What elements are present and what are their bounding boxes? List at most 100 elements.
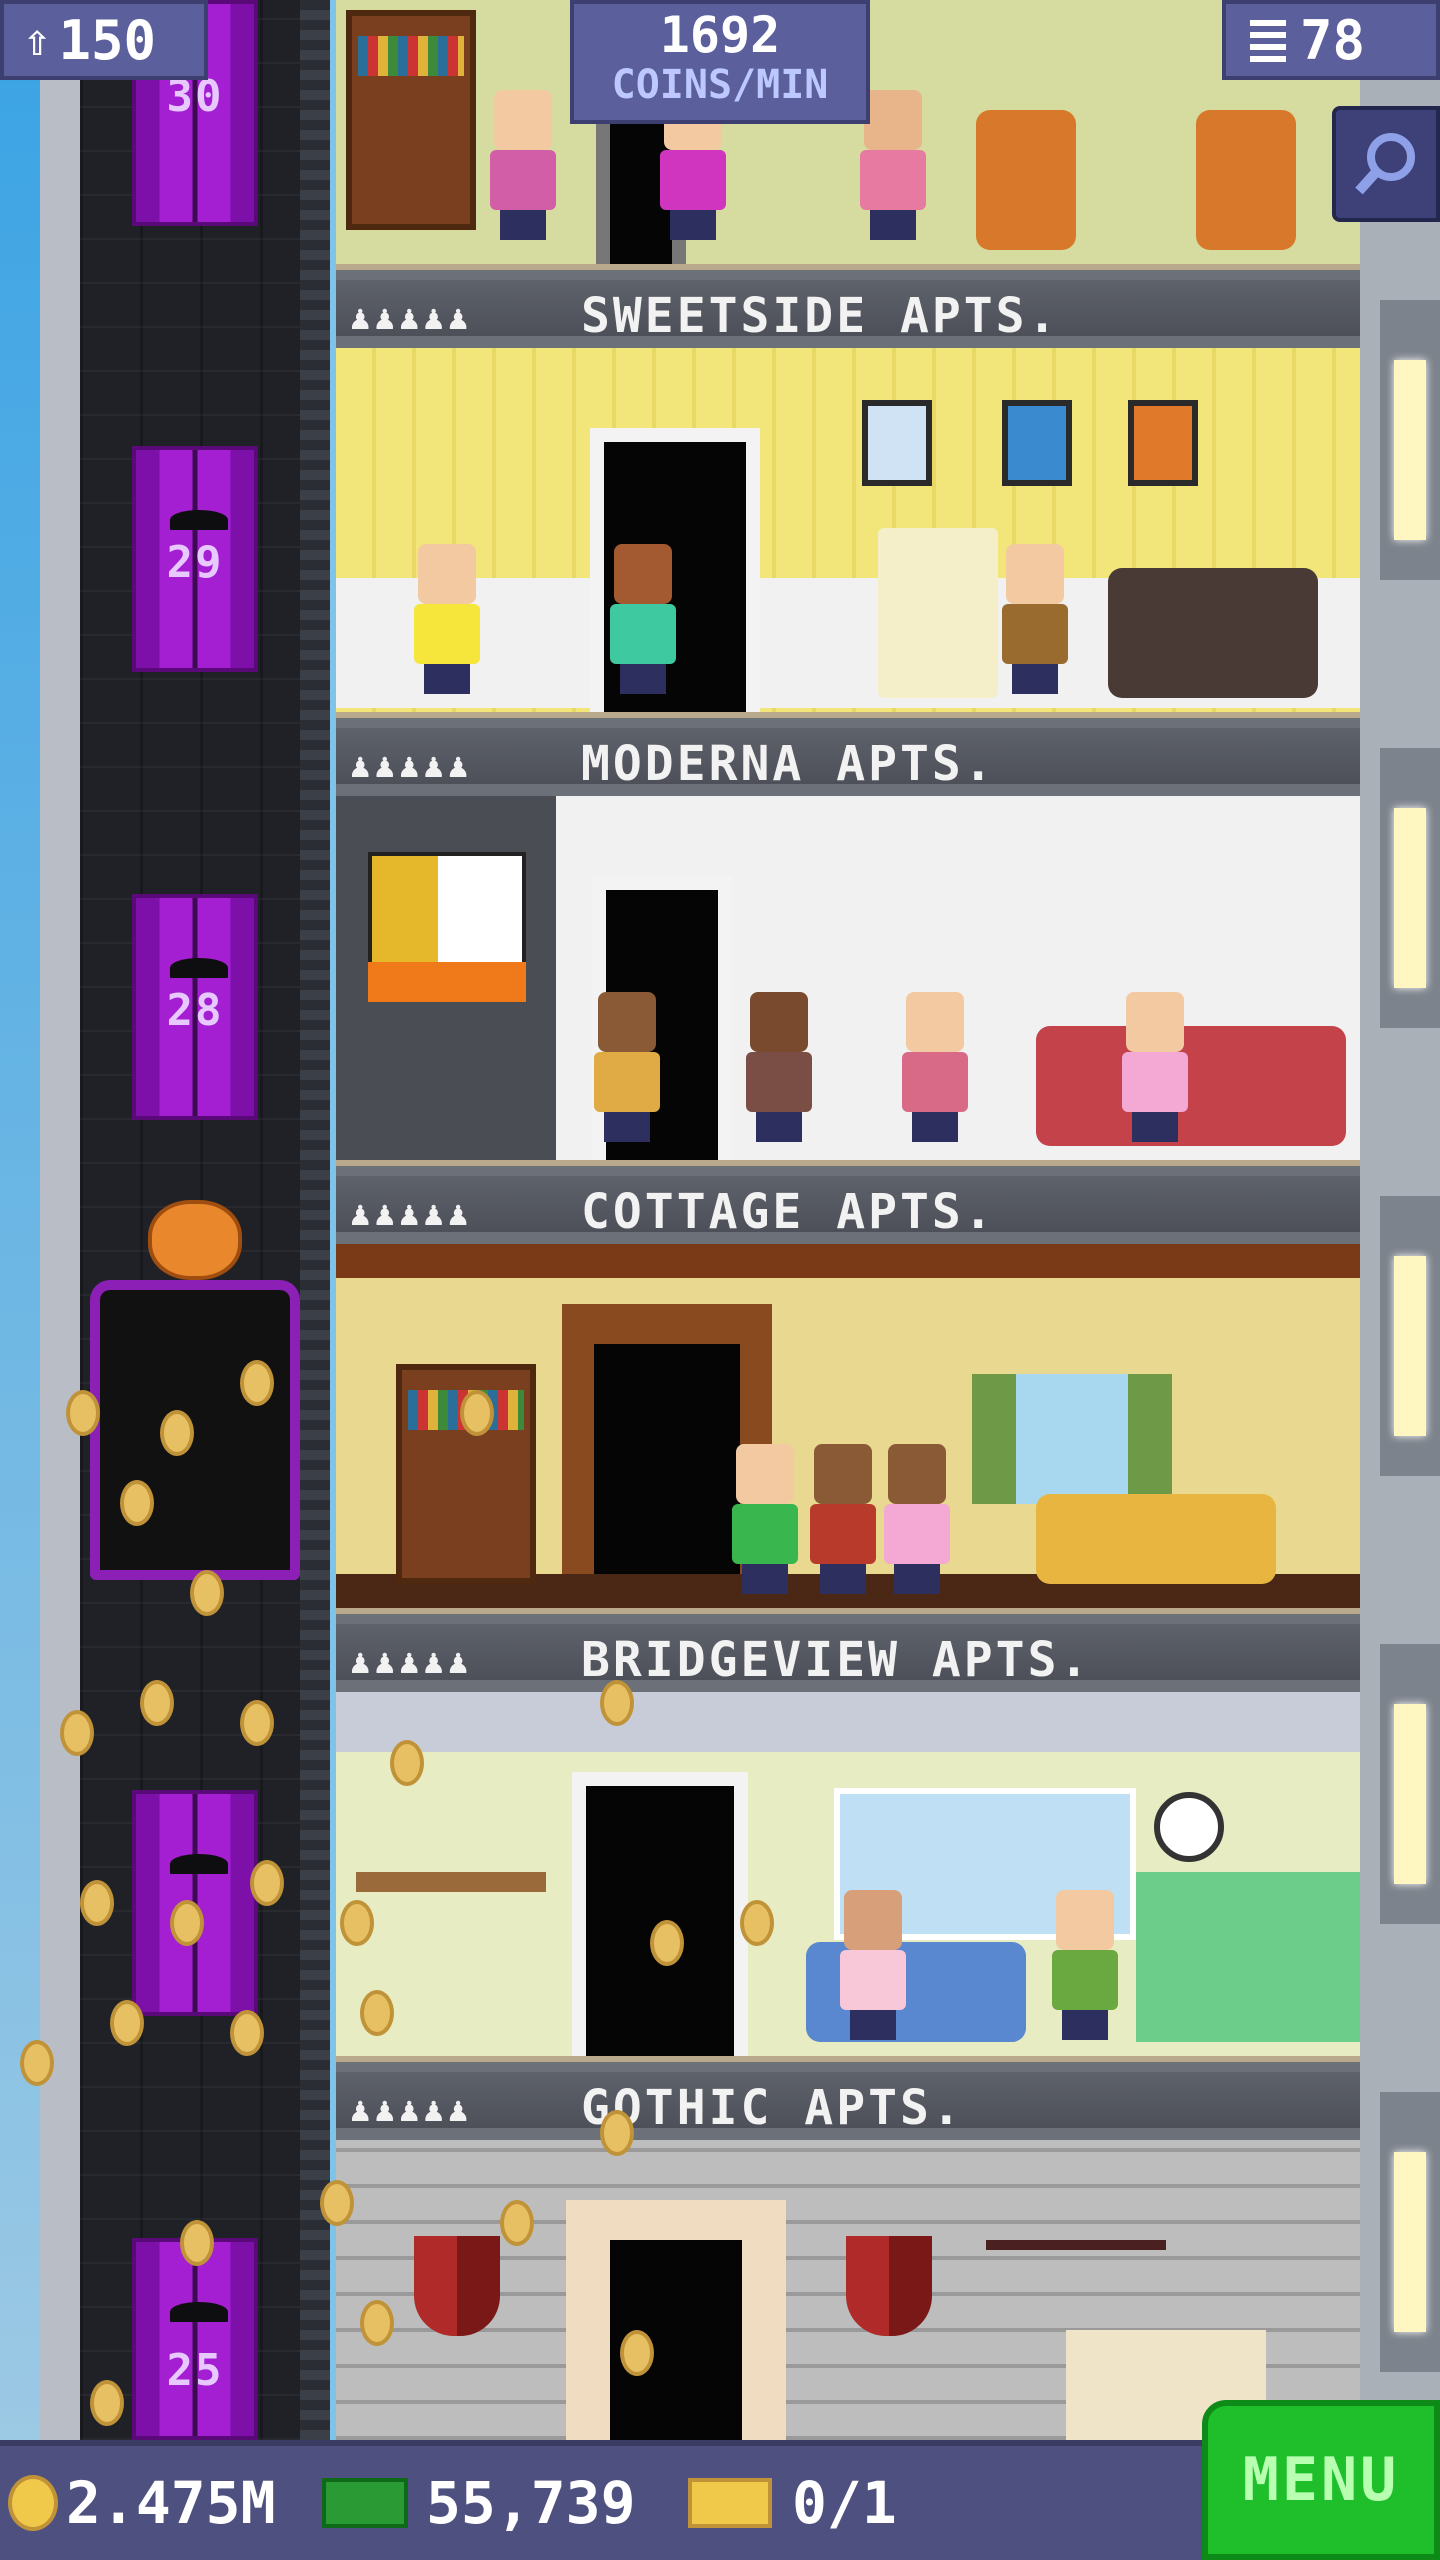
resident[interactable] — [486, 90, 560, 240]
coins-per-minute-panel: 1692 COINS/MIN — [570, 0, 870, 124]
falling-coin — [650, 1920, 684, 1966]
edge-pillar — [1380, 1196, 1440, 1476]
falling-coin — [190, 1570, 224, 1616]
chandelier — [986, 2180, 1166, 2250]
falling-coin — [600, 2110, 634, 2156]
wall-picture — [862, 400, 932, 486]
apartment-door[interactable] — [594, 1344, 740, 1574]
floor-29[interactable]: ♟♟♟♟♟ MODERNA APTS. — [336, 348, 1360, 796]
floor-name: GOTHIC APTS. — [581, 2080, 964, 2136]
coins-per-minute-label: COINS/MIN — [611, 62, 829, 108]
window-green-shutters — [972, 1374, 1172, 1504]
building-right-edge — [1360, 0, 1440, 2440]
wall-lamp — [1394, 808, 1426, 988]
falling-coin — [110, 2000, 144, 2046]
falling-coin — [230, 2010, 264, 2056]
falling-coin — [66, 1390, 100, 1436]
population-counter[interactable]: ⇧ 150 — [0, 0, 208, 80]
elevator-rail — [300, 0, 330, 2440]
coins-per-minute-value: 1692 — [659, 6, 781, 64]
bat-icon — [170, 510, 228, 530]
falling-coin — [360, 1990, 394, 2036]
floor-label-band: ♟♟♟♟♟ COTTAGE APTS. — [336, 1160, 1360, 1244]
falling-coin — [90, 2380, 124, 2426]
falling-coin — [340, 1900, 374, 1946]
shield-icon — [846, 2236, 932, 2336]
falling-coin — [600, 1680, 634, 1726]
bat-icon — [170, 1854, 228, 1874]
floor-label-band: ♟♟♟♟♟ GOTHIC APTS. — [336, 2056, 1360, 2140]
building-icon — [1250, 18, 1286, 62]
search-button[interactable] — [1332, 106, 1440, 222]
coffin-elevator[interactable] — [90, 1280, 300, 1580]
floor-name: COTTAGE APTS. — [581, 1184, 996, 1240]
resident[interactable] — [590, 992, 664, 1142]
resident[interactable] — [898, 992, 972, 1142]
falling-coin — [20, 2040, 54, 2086]
floor-name: SWEETSIDE APTS. — [581, 288, 1060, 344]
menu-button[interactable]: MENU — [1202, 2400, 1440, 2560]
wall-art-stripe — [368, 962, 526, 1002]
resident[interactable] — [410, 544, 484, 694]
floor-26[interactable]: ♟♟♟♟♟ GOTHIC APTS. — [336, 1692, 1360, 2140]
falling-coin — [250, 1860, 284, 1906]
floor-label-band: ♟♟♟♟♟ SWEETSIDE APTS. — [336, 264, 1360, 348]
coin-icon — [8, 2475, 58, 2531]
bookshelf — [346, 10, 476, 230]
apartment-door[interactable] — [572, 1772, 748, 2056]
resident[interactable] — [836, 1890, 910, 2040]
floor-count-value: 78 — [1300, 8, 1366, 72]
resident[interactable] — [1118, 992, 1192, 1142]
edge-pillar — [1380, 1644, 1440, 1924]
wall-art-block — [368, 852, 526, 970]
resident[interactable] — [606, 544, 680, 694]
wall-lamp — [1394, 360, 1426, 540]
falling-coin — [160, 1410, 194, 1456]
yellow-sofa — [1036, 1494, 1276, 1584]
resident[interactable] — [728, 1444, 802, 1594]
floor-29-room[interactable] — [336, 348, 1360, 712]
elevator-floor-number: 28 — [166, 985, 224, 1036]
wall-lamp — [1394, 1704, 1426, 1884]
floor-28-room[interactable] — [336, 796, 1360, 1160]
coins-balance[interactable]: 2.475M — [8, 2446, 276, 2560]
falling-coin — [240, 1700, 274, 1746]
resident[interactable] — [806, 1444, 880, 1594]
falling-coin — [320, 2180, 354, 2226]
resident-capacity-icons: ♟♟♟♟♟ — [350, 746, 473, 786]
elevator-car-29[interactable]: 29 — [132, 446, 258, 672]
leather-sofa — [1108, 568, 1318, 698]
floor-27[interactable]: ♟♟♟♟♟ BRIDGEVIEW APTS. — [336, 1244, 1360, 1692]
falling-coin — [140, 1680, 174, 1726]
falling-coin — [60, 1710, 94, 1756]
floor-26-room[interactable] — [336, 1692, 1360, 2056]
edge-pillar — [1380, 748, 1440, 1028]
floor-28[interactable]: ♟♟♟♟♟ COTTAGE APTS. — [336, 796, 1360, 1244]
dining-table — [356, 1872, 546, 1892]
bux-balance[interactable]: 55,739 — [322, 2446, 636, 2560]
green-kitchen — [1136, 1872, 1360, 2042]
resident[interactable] — [742, 992, 816, 1142]
cash-icon — [322, 2478, 408, 2528]
resident-capacity-icons: ♟♟♟♟♟ — [350, 2090, 473, 2130]
resident-capacity-icons: ♟♟♟♟♟ — [350, 1194, 473, 1234]
shield-icon — [414, 2236, 500, 2336]
resident[interactable] — [1048, 1890, 1122, 2040]
wall-picture — [1002, 400, 1072, 486]
resident[interactable] — [880, 1444, 954, 1594]
falling-coin — [460, 1390, 494, 1436]
retro-tv — [878, 528, 998, 698]
elevator-car-25[interactable]: 25 — [132, 2238, 258, 2440]
floor-counter[interactable]: 78 — [1222, 0, 1440, 80]
edge-pillar — [1380, 2092, 1440, 2372]
floor-25[interactable] — [336, 2140, 1360, 2440]
tickets-balance[interactable]: 0/1 — [688, 2446, 897, 2560]
falling-coin — [120, 1480, 154, 1526]
floor-25-room[interactable] — [336, 2140, 1360, 2440]
magnifier-icon — [1355, 133, 1415, 195]
elevator-car-28[interactable]: 28 — [132, 894, 258, 1120]
falling-coin — [240, 1360, 274, 1406]
floor-name: BRIDGEVIEW APTS. — [581, 1632, 1092, 1688]
resident-capacity-icons: ♟♟♟♟♟ — [350, 1642, 473, 1682]
resident[interactable] — [998, 544, 1072, 694]
